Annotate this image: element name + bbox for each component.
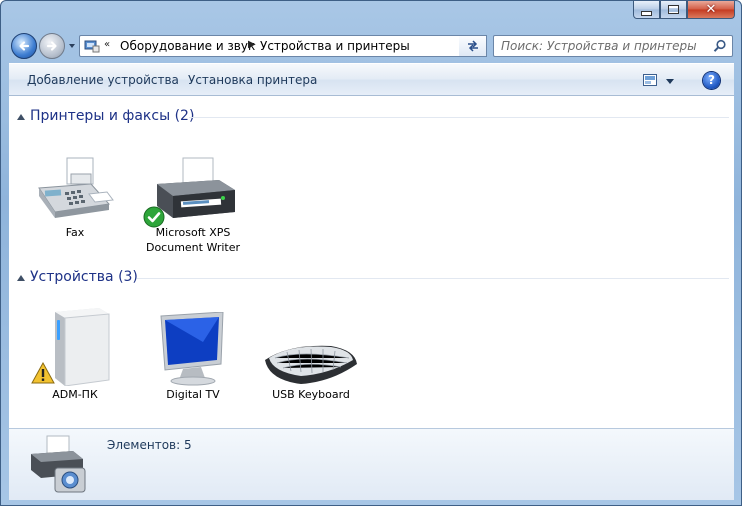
search-input[interactable]: Поиск: Устройства и принтеры bbox=[501, 39, 697, 53]
refresh-button[interactable] bbox=[459, 35, 487, 57]
device-label-digital-tv: Digital TV bbox=[166, 388, 220, 401]
add-device-button[interactable]: Добавление устройства bbox=[27, 73, 179, 87]
group-divider bbox=[189, 117, 729, 118]
group-title-printers: Принтеры и факсы (2) bbox=[30, 108, 195, 124]
search-box[interactable]: Поиск: Устройства и принтеры bbox=[493, 35, 733, 57]
recent-pages-dropdown[interactable] bbox=[67, 41, 77, 51]
back-button[interactable] bbox=[11, 33, 37, 59]
device-label-usb-keyboard: USB Keyboard bbox=[272, 388, 350, 401]
device-fax[interactable]: Fax bbox=[25, 154, 125, 240]
refresh-icon bbox=[467, 40, 478, 52]
device-xps-writer[interactable]: Microsoft XPS Document Writer bbox=[143, 154, 243, 255]
default-check-icon bbox=[143, 206, 165, 228]
change-view-icon[interactable] bbox=[643, 74, 657, 86]
group-divider bbox=[137, 278, 729, 279]
device-adm-pc[interactable]: ADM-ПК bbox=[25, 306, 125, 402]
group-header-printers[interactable]: Принтеры и факсы (2) bbox=[9, 107, 734, 127]
devices-and-printers-icon bbox=[31, 435, 86, 493]
group-header-devices[interactable]: Устройства (3) bbox=[9, 268, 734, 288]
title-bar[interactable]: ✕ bbox=[1, 1, 741, 25]
back-arrow-icon bbox=[19, 41, 30, 51]
maximize-button[interactable] bbox=[660, 1, 687, 19]
minimize-button[interactable] bbox=[633, 1, 660, 19]
close-icon: ✕ bbox=[705, 1, 717, 17]
keyboard-icon bbox=[265, 345, 357, 384]
window-frame: ✕ « Оборудование и звук ▶ Устройства и п… bbox=[0, 0, 742, 506]
window-controls: ✕ bbox=[633, 1, 735, 19]
device-label-adm-pc: ADM-ПК bbox=[52, 388, 98, 401]
item-count-text: Элементов: 5 bbox=[107, 438, 192, 452]
breadcrumb-hardware-and-sound[interactable]: Оборудование и звук bbox=[120, 39, 255, 53]
breadcrumb-chevron-icon[interactable]: ▶ bbox=[248, 39, 256, 50]
navigation-bar: « Оборудование и звук ▶ Устройства и при… bbox=[1, 29, 741, 63]
close-button[interactable]: ✕ bbox=[687, 1, 735, 19]
command-bar: Добавление устройства Установка принтера… bbox=[9, 63, 734, 96]
control-panel-icon bbox=[84, 40, 100, 53]
breadcrumb-devices-and-printers[interactable]: Устройства и принтеры bbox=[260, 39, 410, 53]
details-pane: Элементов: 5 bbox=[9, 428, 734, 500]
minimize-icon bbox=[641, 10, 652, 16]
device-digital-tv[interactable]: Digital TV bbox=[143, 312, 243, 402]
maximize-icon bbox=[668, 5, 679, 14]
fax-icon bbox=[38, 157, 114, 218]
add-printer-button[interactable]: Установка принтера bbox=[188, 73, 317, 87]
content-area: Принтеры и факсы (2) Fax Microsoft XPS D… bbox=[9, 96, 734, 428]
device-label-fax: Fax bbox=[65, 226, 85, 239]
breadcrumb-overflow-icon[interactable]: « bbox=[104, 39, 110, 50]
view-options-dropdown-icon[interactable] bbox=[666, 79, 674, 84]
forward-button[interactable] bbox=[39, 33, 65, 59]
forward-arrow-icon bbox=[46, 41, 57, 51]
search-icon[interactable] bbox=[713, 39, 727, 53]
warning-icon bbox=[31, 362, 55, 384]
device-usb-keyboard[interactable]: USB Keyboard bbox=[261, 338, 361, 402]
collapse-triangle-icon[interactable] bbox=[17, 275, 25, 281]
address-bar[interactable]: « Оборудование и звук ▶ Устройства и при… bbox=[79, 35, 486, 57]
monitor-icon bbox=[160, 312, 224, 386]
collapse-triangle-icon[interactable] bbox=[17, 114, 25, 120]
help-button[interactable]: ? bbox=[703, 72, 720, 89]
group-title-devices: Устройства (3) bbox=[30, 269, 138, 285]
device-label-xps-line2: Document Writer bbox=[145, 241, 241, 254]
